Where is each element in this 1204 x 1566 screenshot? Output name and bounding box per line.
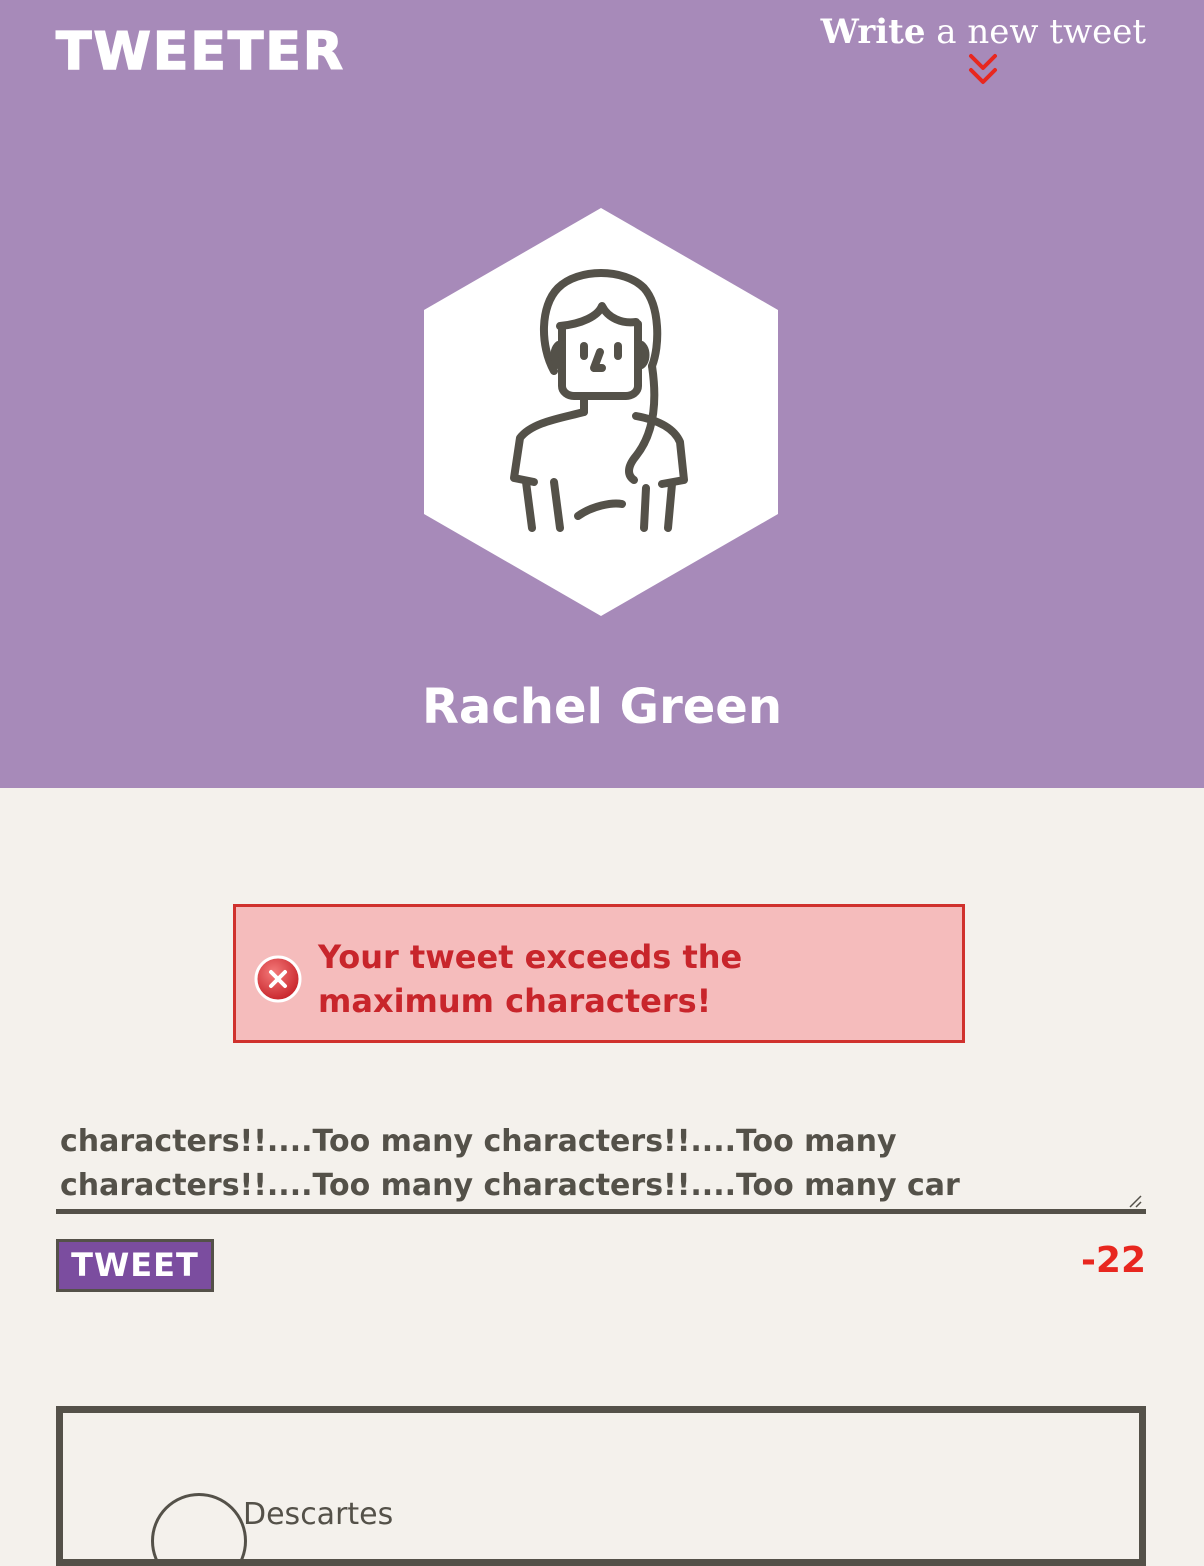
- tweet-textarea[interactable]: characters!!....Too many characters!!...…: [56, 1118, 1146, 1214]
- tweet-textarea-content: characters!!....Too many characters!!...…: [60, 1124, 960, 1203]
- profile-header: TWEETER Write a new tweet Rachel Green: [0, 0, 1204, 788]
- resize-grip-icon[interactable]: [1128, 1194, 1142, 1208]
- error-message: Your tweet exceeds the maximum character…: [318, 938, 743, 1020]
- error-alert: Your tweet exceeds the maximum character…: [233, 904, 965, 1043]
- character-counter: -22: [1080, 1240, 1146, 1281]
- app-logo: TWEETER: [55, 21, 345, 83]
- write-new-tweet-link[interactable]: Write a new tweet: [821, 12, 1146, 88]
- tweet-author-name: Descartes: [243, 1497, 394, 1532]
- write-link-strong: Write: [820, 12, 926, 52]
- tweet-submit-button[interactable]: TWEET: [56, 1239, 214, 1292]
- error-x-icon: [254, 955, 302, 1003]
- tweet-card: Descartes: [56, 1406, 1146, 1566]
- compose-area: characters!!....Too many characters!!...…: [56, 1118, 1146, 1218]
- user-avatar: [424, 208, 778, 616]
- double-chevron-down-icon[interactable]: [966, 52, 1000, 88]
- write-link-rest: a new tweet: [925, 12, 1146, 52]
- tweet-author-avatar: [151, 1493, 247, 1559]
- profile-name: Rachel Green: [421, 679, 783, 735]
